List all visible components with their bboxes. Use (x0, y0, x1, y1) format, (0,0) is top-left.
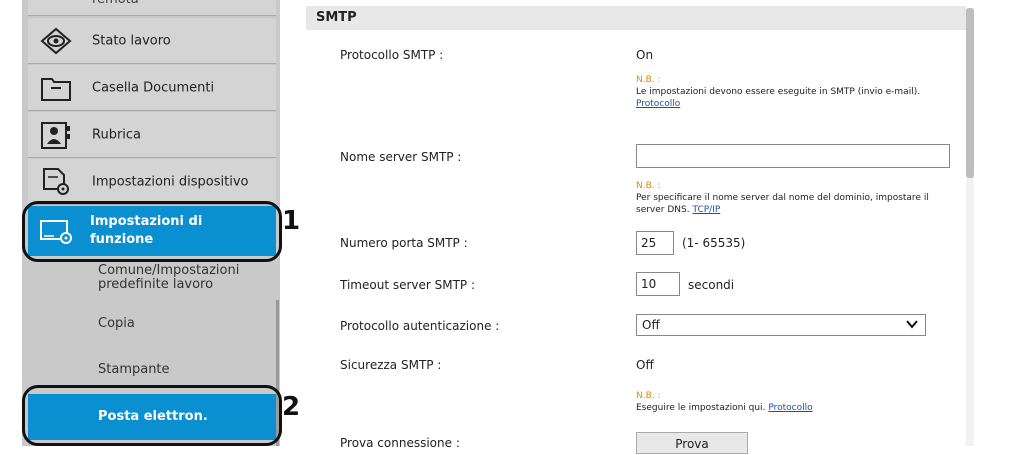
sidebar-item-job-status[interactable]: Stato lavoro (28, 18, 276, 64)
sidebar-subitem-printer[interactable]: Stampante (28, 350, 276, 390)
smtp-port-range: (1- 65535) (682, 236, 746, 250)
note-text: Per specificare il nome server dal nome … (636, 193, 929, 215)
note-text: Eseguire le impostazioni qui. (636, 403, 766, 413)
protocol-link[interactable]: Protocollo (636, 99, 680, 109)
note-label: N.B. : (636, 391, 661, 401)
note-smtp-protocol: N.B. : Le impostazioni devono essere ese… (636, 74, 946, 110)
main-content: SMTP Protocollo SMTP : On N.B. : Le impo… (306, 0, 974, 454)
auth-protocol-value: Off (642, 318, 660, 332)
smtp-port-input[interactable]: 25 (636, 231, 674, 255)
note-security: N.B. : Eseguire le impostazioni qui. Pro… (636, 390, 946, 414)
note-server-name: N.B. : Per specificare il nome server da… (636, 180, 946, 216)
scrollbar-thumb[interactable] (966, 8, 974, 178)
callout-ring-1 (22, 201, 282, 262)
address-book-icon (38, 120, 74, 150)
chevron-down-icon (905, 317, 919, 334)
auth-protocol-label: Protocollo autenticazione : (340, 319, 500, 333)
smtp-timeout-input[interactable]: 10 (636, 272, 680, 296)
smtp-timeout-value: 10 (641, 277, 657, 291)
auth-protocol-select[interactable]: Off (636, 314, 926, 336)
sidebar-item-label: Rubrica (92, 127, 142, 142)
section-header: SMTP (306, 6, 966, 30)
sidebar-item-address-book[interactable]: Rubrica (28, 112, 276, 158)
smtp-protocol-label: Protocollo SMTP : (340, 48, 444, 62)
right-margin (975, 0, 1010, 446)
smtp-server-name-label: Nome server SMTP : (340, 150, 462, 164)
sidebar-subitem-common-defaults[interactable]: Comune/Impostazioni predefinite lavoro (28, 258, 276, 298)
smtp-timeout-label: Timeout server SMTP : (340, 278, 476, 292)
callout-number-1: 1 (282, 206, 301, 236)
smtp-protocol-value: On (636, 48, 654, 62)
section-title: SMTP (316, 10, 357, 25)
protocol-link-2[interactable]: Protocollo (768, 403, 812, 413)
note-label: N.B. : (636, 181, 661, 191)
callout-number-2: 2 (282, 392, 301, 422)
sidebar: remota Stato lavoro Casella Documenti Ru… (0, 0, 300, 446)
sidebar-item-label: Stato lavoro (92, 33, 171, 48)
sidebar-item-document-box[interactable]: Casella Documenti (28, 65, 276, 111)
sidebar-subitem-label: Comune/Impostazioni predefinite lavoro (98, 263, 240, 292)
sidebar-subitem-label: Stampante (98, 362, 170, 377)
note-label: N.B. : (636, 75, 661, 85)
smtp-security-value: Off (636, 358, 654, 372)
sidebar-subitem-copy[interactable]: Copia (28, 304, 276, 344)
sidebar-item-label: Casella Documenti (92, 80, 215, 95)
smtp-server-name-input[interactable] (636, 144, 950, 168)
tcpip-link[interactable]: TCP/IP (692, 205, 720, 215)
test-button[interactable]: Prova (636, 432, 748, 454)
note-text: Le impostazioni devono essere eseguite i… (636, 87, 921, 97)
smtp-port-label: Numero porta SMTP : (340, 236, 468, 250)
sidebar-subitem-label: Copia (98, 316, 135, 331)
device-settings-icon (38, 167, 74, 197)
smtp-port-value: 25 (641, 236, 657, 250)
sidebar-item-label: Impostazioni dispositivo (92, 174, 249, 189)
eye-icon (38, 26, 74, 56)
test-connection-label: Prova connessione : (340, 436, 460, 450)
smtp-security-label: Sicurezza SMTP : (340, 358, 442, 372)
sidebar-item-device-settings[interactable]: Impostazioni dispositivo (28, 159, 276, 205)
sidebar-item-label: remota (92, 0, 139, 7)
smtp-timeout-unit: secondi (688, 278, 735, 292)
callout-ring-2 (22, 385, 282, 446)
folder-icon (38, 73, 74, 103)
sidebar-item-remote[interactable]: remota (28, 0, 276, 16)
